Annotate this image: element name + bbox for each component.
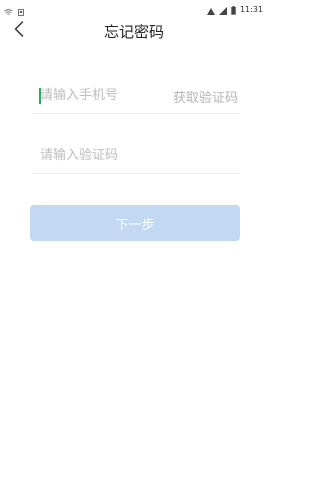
verification-code-input[interactable] (32, 138, 232, 172)
next-step-button[interactable]: 下一步 (30, 205, 240, 241)
phone-field: 获取验证码 (32, 78, 240, 114)
nav-bar: 忘记密码 (0, 12, 268, 52)
text-cursor (39, 88, 41, 104)
phone-input[interactable] (32, 78, 152, 112)
get-code-button[interactable]: 获取验证码 (173, 87, 238, 106)
code-field (32, 138, 240, 174)
page-title: 忘记密码 (103, 23, 164, 41)
status-bar: 11:31 (0, 0, 268, 16)
